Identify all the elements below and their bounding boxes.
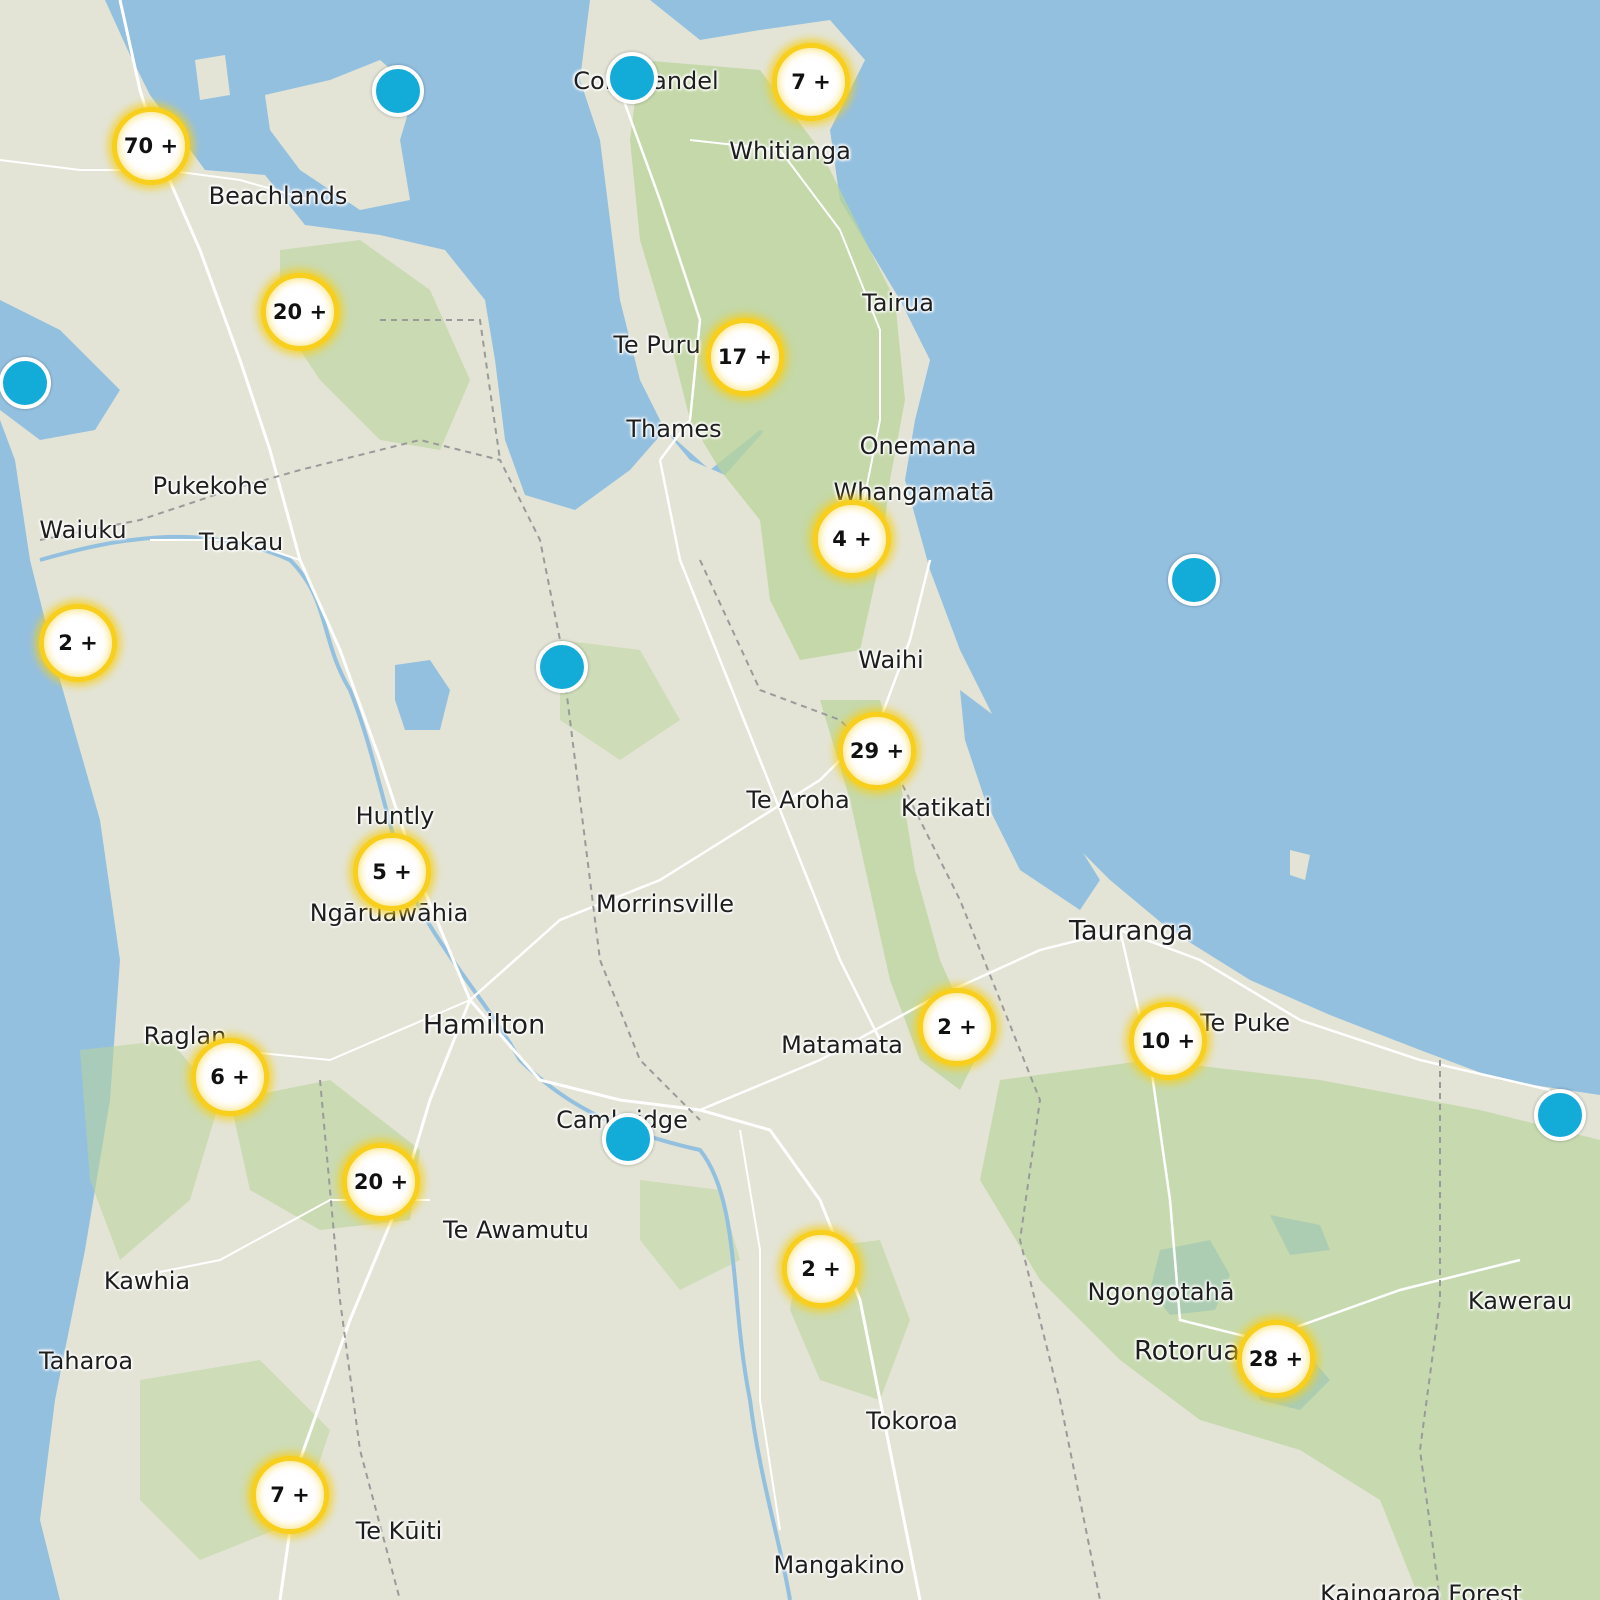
place-label-huntly: Huntly — [355, 802, 435, 830]
cluster-count: 17 + — [717, 345, 773, 369]
place-label-kaingaroa-forest: Kaingaroa Forest — [1320, 1580, 1522, 1600]
place-label-beachlands: Beachlands — [208, 182, 348, 210]
cluster-count: 10 + — [1140, 1029, 1196, 1053]
cluster-marker-kaimai[interactable]: 2 + — [918, 988, 996, 1066]
location-pin-awhitu[interactable] — [0, 357, 51, 409]
location-pin-cambridge[interactable] — [602, 1113, 654, 1165]
cluster-count: 5 + — [372, 860, 412, 884]
cluster-marker-rotorua[interactable]: 28 + — [1237, 1320, 1315, 1398]
cluster-count: 28 + — [1248, 1347, 1304, 1371]
cluster-marker-port-waikato[interactable]: 2 + — [39, 604, 117, 682]
place-label-rotorua: Rotorua — [1134, 1335, 1240, 1367]
cluster-marker-te-puke[interactable]: 10 + — [1129, 1002, 1207, 1080]
place-label-thames: Thames — [626, 415, 722, 443]
cluster-marker-te-kuiti[interactable]: 7 + — [251, 1456, 329, 1534]
cluster-count: 7 + — [270, 1483, 310, 1507]
place-label-te-awamutu: Te Awamutu — [443, 1216, 589, 1244]
cluster-marker-whangamata[interactable]: 4 + — [813, 500, 891, 578]
cluster-count: 20 + — [353, 1170, 409, 1194]
cluster-marker-whitianga[interactable]: 7 + — [772, 43, 850, 121]
place-label-mangakino: Mangakino — [773, 1551, 905, 1579]
location-pin-coromandel[interactable] — [606, 52, 658, 104]
cluster-marker-hunua[interactable]: 20 + — [261, 273, 339, 351]
place-label-whitianga: Whitianga — [729, 137, 851, 165]
place-label-waihi: Waihi — [858, 646, 924, 674]
location-pin-waiheke[interactable] — [372, 65, 424, 117]
place-label-kawhia: Kawhia — [103, 1267, 191, 1295]
place-label-tauranga: Tauranga — [1068, 915, 1194, 947]
place-label-hamilton: Hamilton — [422, 1009, 546, 1041]
cluster-marker-waihi[interactable]: 29 + — [838, 712, 916, 790]
cluster-count: 7 + — [791, 70, 831, 94]
cluster-marker-huntly[interactable]: 5 + — [353, 833, 431, 911]
place-label-ngongotaha: Ngongotahā — [1087, 1278, 1235, 1306]
cluster-count: 2 + — [937, 1015, 977, 1039]
cluster-count: 29 + — [849, 739, 905, 763]
cluster-count: 6 + — [210, 1065, 250, 1089]
place-label-pukekohe: Pukekohe — [152, 472, 268, 500]
cluster-count: 4 + — [832, 527, 872, 551]
cluster-count: 2 + — [58, 631, 98, 655]
cluster-marker-raglan[interactable]: 6 + — [191, 1038, 269, 1116]
place-label-tuakau: Tuakau — [198, 528, 284, 556]
place-label-te-kuiti: Te Kūiti — [355, 1517, 443, 1545]
cluster-marker-putaruru[interactable]: 2 + — [782, 1230, 860, 1308]
place-label-onemana: Onemana — [859, 432, 977, 460]
cluster-marker-auckland[interactable]: 70 + — [112, 107, 190, 185]
cluster-count: 20 + — [272, 300, 328, 324]
place-label-waiuku: Waiuku — [39, 516, 127, 544]
place-label-kawerau: Kawerau — [1467, 1287, 1573, 1315]
cluster-marker-te-puru[interactable]: 17 + — [706, 318, 784, 396]
place-label-katikati: Katikati — [900, 794, 992, 822]
location-pin-matata[interactable] — [1534, 1089, 1586, 1141]
place-label-morrinsville: Morrinsville — [595, 890, 735, 918]
location-pin-hauraki[interactable] — [536, 641, 588, 693]
cluster-count: 2 + — [801, 1257, 841, 1281]
map-canvas[interactable]: CoromandelWhitiangaBeachlandsTairuaTe Pu… — [0, 0, 1600, 1600]
place-label-taharoa: Taharoa — [38, 1347, 134, 1375]
place-label-matamata: Matamata — [781, 1031, 903, 1059]
place-label-te-puke: Te Puke — [1199, 1009, 1291, 1037]
place-label-tokoroa: Tokoroa — [866, 1407, 958, 1435]
cluster-marker-pirongia[interactable]: 20 + — [342, 1143, 420, 1221]
place-label-te-puru: Te Puru — [613, 331, 701, 359]
cluster-count: 70 + — [123, 134, 179, 158]
location-pin-slipper-island[interactable] — [1168, 554, 1220, 606]
place-label-tairua: Tairua — [862, 289, 934, 317]
place-label-te-aroha: Te Aroha — [746, 786, 850, 814]
